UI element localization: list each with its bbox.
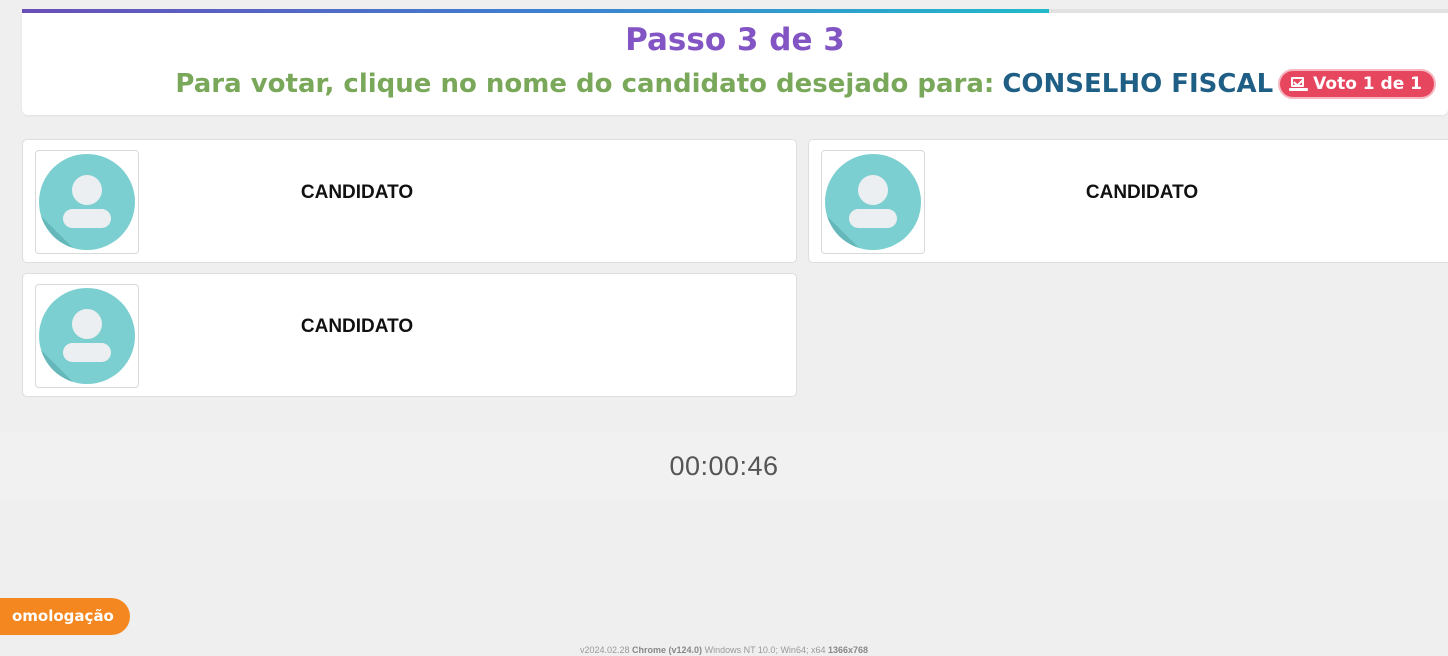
vote-count-label: Voto 1 de 1 (1313, 74, 1422, 94)
header-card: Passo 3 de 3 Para votar, clique no nome … (22, 13, 1448, 115)
vote-count-badge: Voto 1 de 1 (1280, 71, 1434, 97)
candidate-name[interactable]: CANDIDATO (227, 182, 487, 204)
footer-browser: Chrome (v124.0) (632, 645, 703, 655)
footer-resolution: 1366x768 (827, 645, 869, 655)
candidate-photo (821, 150, 925, 254)
user-avatar-icon (39, 288, 135, 384)
user-avatar-icon (39, 154, 135, 250)
footer-version: v2024.02.28 (579, 645, 630, 655)
candidate-card[interactable]: CANDIDATO (22, 139, 797, 263)
footer-os: Windows NT 10.0; Win64; x64 (704, 645, 826, 655)
step-title: Passo 3 de 3 (625, 22, 845, 58)
countdown-timer: 00:00:46 (669, 451, 779, 481)
user-avatar-icon (825, 154, 921, 250)
candidate-card[interactable]: CANDIDATO (808, 139, 1448, 263)
candidate-name[interactable]: CANDIDATO (1012, 182, 1272, 204)
ballot-box-icon (1289, 77, 1309, 91)
footer-version-info: v2024.02.28 Chrome (v124.0) Windows NT 1… (0, 645, 1448, 655)
voting-instruction: Para votar, clique no nome do candidato … (22, 67, 1434, 101)
candidate-card[interactable]: CANDIDATO (22, 273, 797, 397)
candidate-photo (35, 284, 139, 388)
instruction-text: Para votar, clique no nome do candidato … (175, 69, 995, 99)
candidate-name[interactable]: CANDIDATO (227, 316, 487, 338)
position-name: CONSELHO FISCAL (1002, 69, 1274, 99)
environment-badge[interactable]: omologação (0, 598, 130, 635)
candidate-photo (35, 150, 139, 254)
